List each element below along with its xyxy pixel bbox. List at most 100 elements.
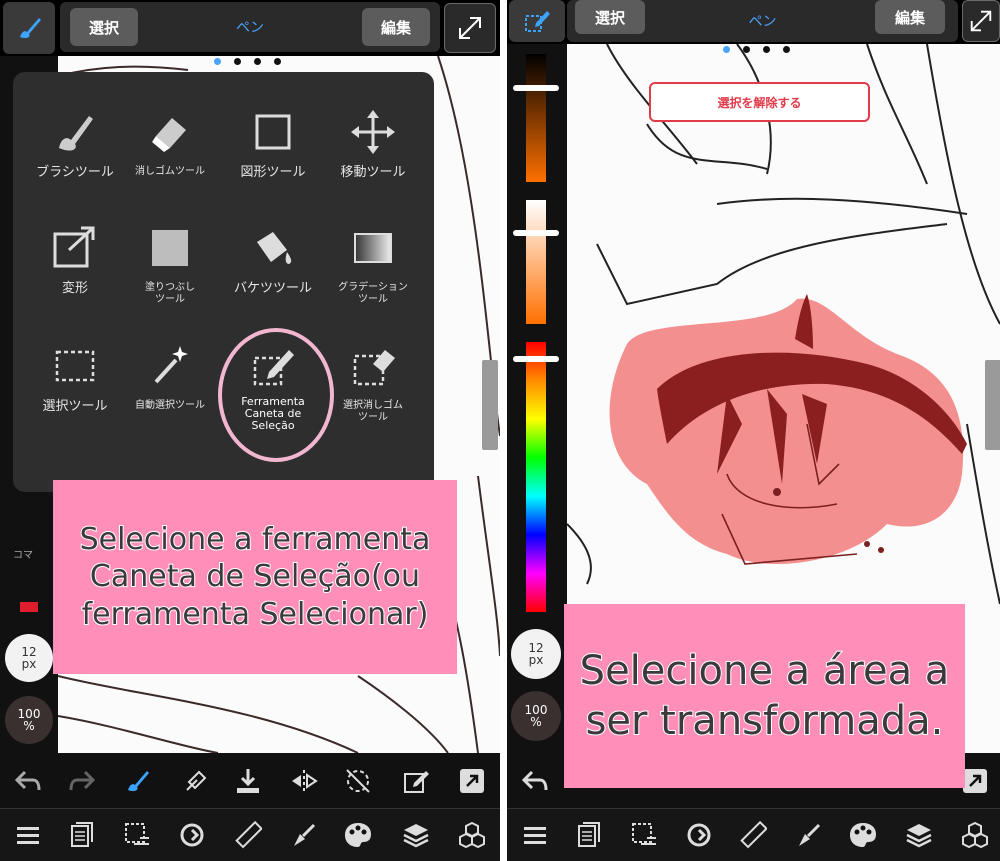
undo-icon bbox=[522, 770, 548, 791]
selection-eraser-icon bbox=[353, 350, 395, 386]
tool-shape[interactable]: 図形ツール bbox=[223, 108, 323, 228]
rotate-view-button[interactable] bbox=[172, 815, 212, 855]
brightness-knob[interactable] bbox=[513, 85, 559, 91]
selection-menu-button[interactable] bbox=[117, 815, 157, 855]
tool-move[interactable]: 移動ツール bbox=[323, 108, 423, 228]
selection-pen-icon bbox=[525, 11, 550, 32]
left-sidebar-right: 12 px 100% bbox=[507, 619, 567, 753]
canvas-scroll-handle-right[interactable] bbox=[985, 360, 1000, 450]
expand-icon bbox=[459, 17, 481, 39]
tool-fill[interactable]: 塗りつぶし ツール bbox=[120, 224, 220, 344]
tool-select[interactable]: 選択ツール bbox=[25, 342, 125, 462]
ruler-icon bbox=[235, 821, 262, 849]
tool-transform[interactable]: 変形 bbox=[25, 224, 125, 344]
hue-slider[interactable] bbox=[526, 342, 546, 612]
layers-button-right[interactable] bbox=[899, 815, 939, 855]
tool-label: グラデーション ツール bbox=[338, 282, 408, 305]
share-icon bbox=[963, 769, 987, 793]
caption-text: Selecione a ferramenta Caneta de Seleção… bbox=[79, 521, 432, 633]
opacity-button-right[interactable]: 100% bbox=[511, 691, 561, 741]
eyedropper-icon bbox=[186, 770, 207, 791]
undo-button-right[interactable] bbox=[515, 761, 555, 801]
fullscreen-button-right[interactable] bbox=[962, 0, 1000, 42]
menu-button[interactable] bbox=[8, 815, 48, 855]
tool-label: 自動選択ツール bbox=[135, 400, 205, 411]
opacity-unit: % bbox=[23, 719, 35, 733]
eyedropper-button[interactable] bbox=[176, 761, 216, 801]
expand-icon bbox=[970, 10, 992, 32]
filter-button-right[interactable] bbox=[789, 815, 829, 855]
selection-list-icon bbox=[125, 823, 149, 845]
ruler-button[interactable] bbox=[228, 815, 268, 855]
hamburger-icon bbox=[524, 827, 546, 844]
rotate-view-button-right[interactable] bbox=[679, 815, 719, 855]
mode-label-right: ペン bbox=[748, 14, 777, 30]
unselect-button[interactable]: 選択を解除する bbox=[649, 82, 870, 122]
page-indicator bbox=[214, 58, 281, 65]
tool-auto-select[interactable]: 自動選択ツール bbox=[120, 342, 220, 462]
materials-button-right[interactable] bbox=[955, 815, 995, 855]
color-palette-button[interactable] bbox=[338, 815, 378, 855]
brush-icon bbox=[20, 18, 41, 39]
brush-size-button-right[interactable]: 12 px bbox=[511, 629, 561, 679]
hue-knob[interactable] bbox=[513, 356, 559, 362]
selection-icon bbox=[55, 350, 95, 382]
ruler-button-right[interactable] bbox=[733, 815, 773, 855]
selection-tool-button[interactable] bbox=[509, 0, 565, 42]
pen-tool-button[interactable] bbox=[3, 2, 55, 54]
tool-bucket[interactable]: バケツツール bbox=[223, 224, 323, 344]
pages-button-right[interactable] bbox=[569, 815, 609, 855]
undo-button[interactable] bbox=[8, 761, 48, 801]
brush-tool-button[interactable] bbox=[117, 761, 157, 801]
tool-label: 変形 bbox=[61, 281, 88, 296]
pages-icon bbox=[578, 822, 600, 847]
edit-frame-icon bbox=[404, 771, 429, 793]
tool-menu: ブラシツール 消しゴムツール 図形ツール 移動ツール変形 塗りつぶし ツール バケツツール… bbox=[13, 72, 434, 492]
pages-button[interactable] bbox=[62, 815, 102, 855]
top-bar-right: ペン 選択 編集 bbox=[507, 0, 1000, 44]
opacity-unit-right: % bbox=[530, 715, 542, 729]
layers-button[interactable] bbox=[396, 815, 436, 855]
fullscreen-button[interactable] bbox=[444, 3, 496, 53]
saturation-knob[interactable] bbox=[513, 230, 559, 236]
page-indicator-right bbox=[723, 46, 790, 53]
flip-button[interactable] bbox=[284, 761, 324, 801]
brush-size-button[interactable]: 12 px bbox=[5, 634, 53, 682]
panel-divider bbox=[500, 0, 507, 861]
share-icon bbox=[460, 769, 484, 793]
move-icon bbox=[351, 110, 395, 154]
saturation-slider[interactable] bbox=[526, 200, 546, 324]
rotate-lock-button[interactable] bbox=[338, 761, 378, 801]
download-icon bbox=[237, 769, 259, 793]
tool-label: 移動ツール bbox=[340, 165, 406, 180]
color-palette-button-right[interactable] bbox=[843, 815, 883, 855]
color-swatch[interactable] bbox=[20, 602, 38, 612]
redo-button[interactable] bbox=[62, 761, 102, 801]
bucket-icon bbox=[257, 232, 292, 264]
opacity-button[interactable]: 100% bbox=[5, 696, 53, 744]
menu-button-right[interactable] bbox=[515, 815, 555, 855]
save-button[interactable] bbox=[228, 761, 268, 801]
select-button[interactable]: 選択 bbox=[70, 8, 138, 46]
transform-icon bbox=[53, 226, 95, 268]
filter-button[interactable] bbox=[284, 815, 324, 855]
edit-button[interactable]: 編集 bbox=[362, 8, 430, 46]
share-button[interactable] bbox=[452, 761, 492, 801]
tool-label: 選択ツール bbox=[42, 399, 108, 414]
layers-icon bbox=[403, 824, 429, 848]
materials-button[interactable] bbox=[452, 815, 492, 855]
selection-list-icon bbox=[632, 823, 656, 845]
edit-layer-button[interactable] bbox=[396, 761, 436, 801]
rotate-off-icon bbox=[346, 769, 370, 793]
edit-button-right[interactable]: 編集 bbox=[875, 0, 945, 34]
palette-icon bbox=[345, 823, 371, 847]
highlight-circle bbox=[218, 328, 334, 462]
brightness-slider[interactable] bbox=[526, 54, 546, 182]
tool-gradient[interactable]: グラデーション ツール bbox=[323, 224, 423, 344]
select-button-right[interactable]: 選択 bbox=[575, 0, 645, 34]
canvas-scroll-handle[interactable] bbox=[482, 360, 498, 450]
selection-menu-button-right[interactable] bbox=[624, 815, 664, 855]
tool-eraser[interactable]: 消しゴムツール bbox=[120, 108, 220, 228]
tool-select-eraser[interactable]: 選択消しゴム ツール bbox=[323, 342, 423, 462]
tool-brush[interactable]: ブラシツール bbox=[25, 108, 125, 228]
